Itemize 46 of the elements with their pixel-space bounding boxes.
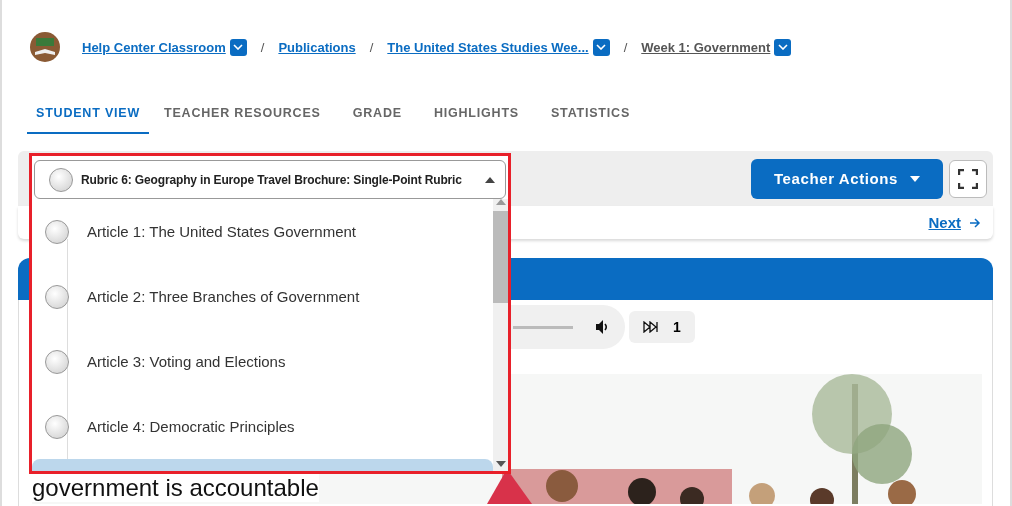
- scrollbar[interactable]: [493, 199, 508, 471]
- breadcrumb-menu-button[interactable]: [774, 38, 792, 56]
- chevron-down-icon: [777, 44, 788, 50]
- radio-button[interactable]: [45, 414, 69, 439]
- caret-up-icon: [485, 176, 495, 183]
- audio-progress-track[interactable]: [513, 325, 573, 329]
- option-label: Article 2: Three Branches of Government: [87, 288, 360, 305]
- caret-down-icon: [495, 461, 506, 467]
- chevron-down-icon: [596, 44, 607, 50]
- tab[interactable]: TEACHER RESOURCES: [155, 106, 330, 134]
- breadcrumb-separator: /: [369, 39, 374, 55]
- caret-down-icon: [910, 175, 920, 182]
- breadcrumb-link[interactable]: Help Center Classroom: [82, 39, 226, 55]
- speed-button[interactable]: 1: [629, 311, 695, 343]
- tab[interactable]: STATISTICS: [542, 106, 640, 134]
- rubric-option[interactable]: Article 1: The United States Government: [32, 199, 493, 264]
- breadcrumb-link[interactable]: The United States Studies Wee...: [387, 39, 589, 55]
- option-label: Article 1: The United States Government: [87, 223, 357, 240]
- radio-button[interactable]: [45, 349, 69, 374]
- breadcrumb-separator: /: [623, 39, 628, 55]
- option-label: Article 3: Voting and Elections: [87, 353, 286, 370]
- tab[interactable]: STUDENT VIEW: [27, 106, 150, 134]
- breadcrumb-separator: /: [260, 39, 265, 55]
- option-label: Article 4: Democratic Principles: [87, 418, 295, 435]
- breadcrumb-link[interactable]: Week 1: Government: [641, 39, 771, 55]
- rubric-option[interactable]: Article 3: Voting and Elections: [32, 329, 493, 394]
- chevron-down-icon: [233, 44, 244, 50]
- arrow-right-icon: [969, 216, 981, 229]
- breadcrumb-menu-button[interactable]: [592, 38, 610, 56]
- content-text: government is accountable: [32, 474, 319, 502]
- tab[interactable]: HIGHLIGHTS: [424, 106, 528, 134]
- fullscreen-button[interactable]: [949, 159, 987, 198]
- classroom-avatar: [30, 32, 60, 62]
- fullscreen-icon: [958, 168, 978, 189]
- radio-button[interactable]: [45, 219, 69, 244]
- breadcrumb-menu-button[interactable]: [229, 38, 247, 56]
- next-link[interactable]: Next: [928, 214, 981, 231]
- teacher-actions-button[interactable]: Teacher Actions: [751, 158, 943, 199]
- radio-button: [49, 167, 73, 192]
- rubric-option[interactable]: Article 2: Three Branches of Government: [32, 264, 493, 329]
- rubric-select[interactable]: Rubric 6: Geography in Europe Travel Brochure: Single-Point Rubric: [34, 160, 506, 199]
- breadcrumb-link[interactable]: Publications: [278, 39, 356, 55]
- tab[interactable]: GRADE: [343, 106, 411, 134]
- rubric-option[interactable]: Article 4: Democratic Principles: [32, 394, 493, 459]
- skip-forward-icon: [643, 321, 660, 333]
- radio-button[interactable]: [45, 284, 69, 309]
